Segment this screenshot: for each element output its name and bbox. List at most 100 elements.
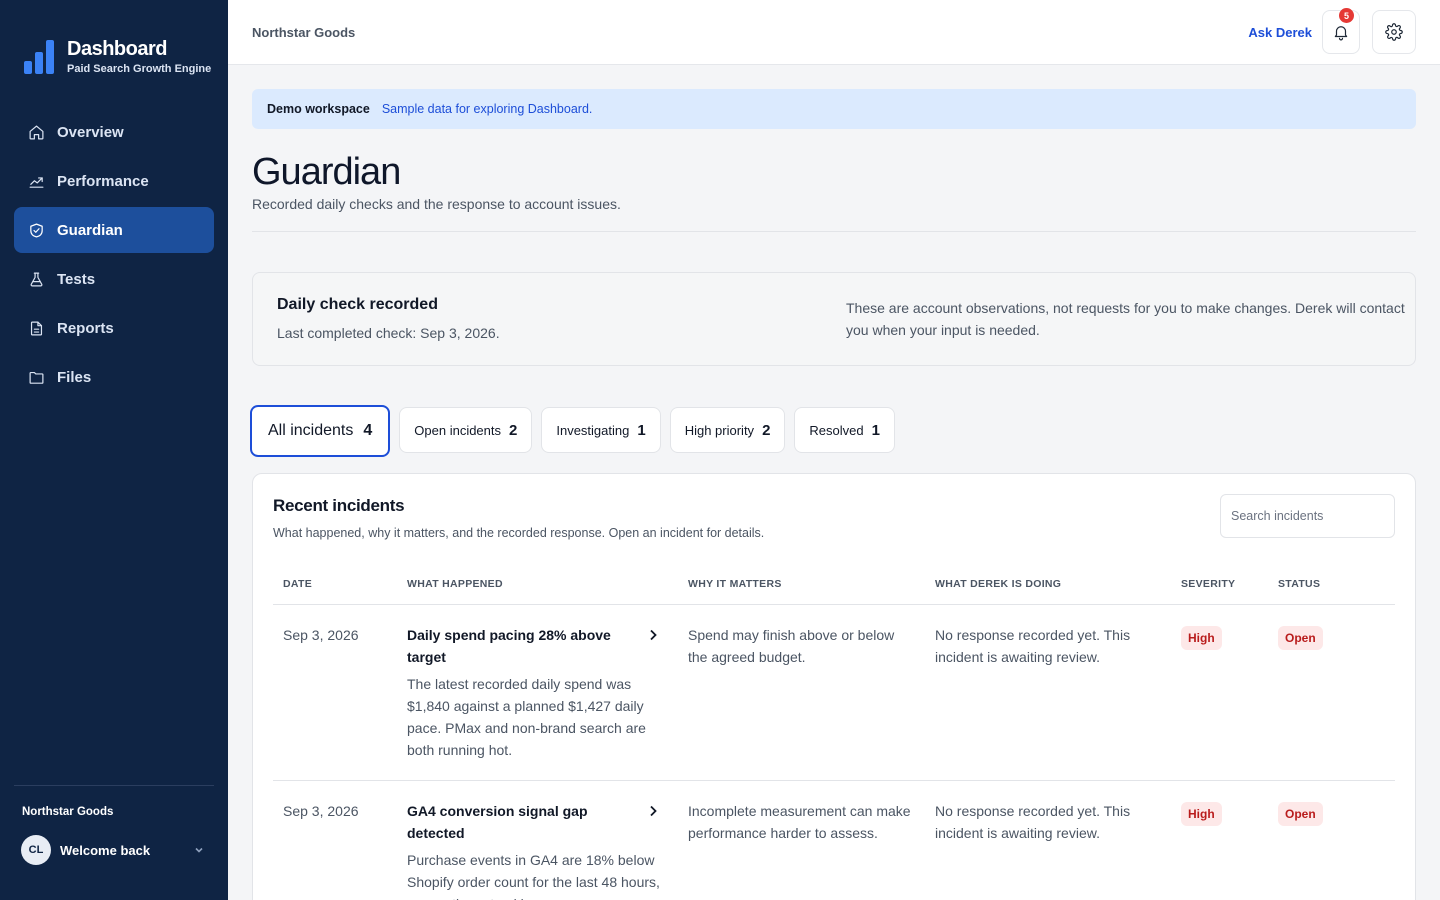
- tab-label: Open incidents: [414, 422, 502, 438]
- incident-description: Purchase events in GA4 are 18% below Sho…: [407, 851, 660, 900]
- footer-org-name: Northstar Goods: [22, 806, 114, 818]
- sidebar-item-guardian[interactable]: Guardian: [14, 207, 214, 253]
- incident-filter-tabs: All incidents 4 Open incidents 2 Investi…: [250, 405, 1416, 457]
- brand-subtitle: Paid Search Growth Engine: [67, 63, 212, 75]
- incident-why: Spend may finish above or below the agre…: [678, 604, 925, 781]
- tab-resolved[interactable]: Resolved 1: [794, 407, 895, 453]
- table-row[interactable]: Sep 3, 2026 Daily spend pacing 28% above…: [273, 604, 1395, 781]
- shield-icon: [30, 223, 43, 237]
- severity-badge: High: [1181, 801, 1222, 826]
- incident-derek-action: No response recorded yet. This incident …: [925, 604, 1171, 781]
- incident-derek-action: No response recorded yet. This incident …: [925, 780, 1171, 900]
- tab-count: 2: [762, 421, 771, 439]
- flask-icon: [30, 272, 43, 286]
- tab-all-incidents[interactable]: All incidents 4: [250, 405, 391, 457]
- severity-badge: High: [1181, 625, 1222, 650]
- status-badge: Open: [1278, 801, 1323, 826]
- sidebar-item-reports[interactable]: Reports: [14, 305, 214, 351]
- table-row[interactable]: Sep 3, 2026 GA4 conversion signal gap de…: [273, 780, 1395, 900]
- tab-label: Resolved: [809, 422, 864, 438]
- brand[interactable]: Dashboard Paid Search Growth Engine: [24, 38, 211, 75]
- incident-title: Daily spend pacing 28% above target: [407, 626, 611, 665]
- page-subtitle: Recorded daily checks and the response t…: [252, 196, 621, 212]
- last-check-text: Last completed check: Sep 3, 2026.: [277, 325, 500, 341]
- incident-date: Sep 3, 2026: [273, 780, 397, 900]
- incident-title: GA4 conversion signal gap detected: [407, 802, 588, 841]
- sidebar-item-label: Reports: [57, 319, 114, 337]
- chevron-right-icon: [650, 629, 657, 640]
- incident-open-link[interactable]: GA4 conversion signal gap detected: [407, 800, 668, 844]
- incident-description: The latest recorded daily spend was $1,8…: [407, 675, 646, 758]
- daily-check-title: Daily check recorded: [277, 296, 438, 313]
- column-header-derek-action[interactable]: WHAT DEREK IS DOING: [925, 564, 1171, 605]
- incident-open-link[interactable]: Daily spend pacing 28% above target: [407, 624, 668, 668]
- home-icon: [29, 125, 44, 139]
- main-content: Demo workspace Sample data for exploring…: [250, 89, 1416, 900]
- sidebar-item-label: Tests: [57, 270, 96, 288]
- incident-date: Sep 3, 2026: [273, 604, 397, 781]
- demo-banner-text: Sample data for exploring Dashboard.: [381, 102, 593, 116]
- incidents-subtitle: What happened, why it matters, and the r…: [273, 526, 765, 540]
- avatar: CL: [21, 835, 51, 865]
- bell-icon: [1334, 26, 1348, 41]
- demo-banner-title: Demo workspace: [267, 102, 370, 116]
- severity-cell: High: [1171, 604, 1268, 781]
- chevron-down-icon: [195, 847, 203, 853]
- column-header-why-it-matters[interactable]: WHY IT MATTERS: [678, 564, 925, 605]
- settings-button[interactable]: [1372, 10, 1416, 54]
- user-greeting: Welcome back: [60, 842, 151, 858]
- column-header-what-happened[interactable]: WHAT HAPPENED: [397, 564, 678, 605]
- tab-count: 1: [871, 421, 880, 439]
- gear-icon: [1385, 23, 1403, 41]
- sidebar-item-label: Guardian: [57, 221, 123, 239]
- tab-label: All incidents: [268, 422, 354, 439]
- column-header-severity[interactable]: SEVERITY: [1171, 564, 1268, 605]
- column-header-date[interactable]: DATE: [273, 564, 397, 605]
- column-header-status[interactable]: STATUS: [1268, 564, 1395, 605]
- tab-label: High priority: [684, 422, 755, 438]
- trend-icon: [29, 176, 44, 188]
- document-icon: [30, 321, 43, 335]
- incidents-table: DATE WHAT HAPPENED WHY IT MATTERS WHAT D…: [273, 564, 1395, 900]
- chevron-right-icon: [650, 805, 657, 816]
- divider: [252, 231, 1416, 232]
- user-menu[interactable]: CL Welcome back: [21, 835, 214, 865]
- daily-check-card: Daily check recorded Last completed chec…: [252, 272, 1416, 366]
- tab-count: 4: [363, 422, 373, 439]
- sidebar-item-label: Performance: [57, 172, 149, 190]
- topbar: Northstar Goods Ask Derek 5: [228, 0, 1440, 65]
- workspace-name: Northstar Goods: [252, 25, 356, 40]
- ask-derek-link[interactable]: Ask Derek: [1248, 25, 1312, 40]
- page-title: Guardian: [252, 151, 401, 193]
- search-input[interactable]: [1220, 494, 1395, 538]
- tab-investigating[interactable]: Investigating 1: [541, 407, 661, 453]
- sidebar-nav: Overview Performance Guardian Tests Repo…: [14, 109, 214, 403]
- sidebar-item-label: Overview: [57, 123, 124, 141]
- sidebar-item-label: Files: [57, 368, 92, 386]
- notifications-button[interactable]: 5: [1322, 8, 1360, 54]
- incident-what-cell: Daily spend pacing 28% above target The …: [397, 604, 678, 781]
- demo-banner: Demo workspace Sample data for exploring…: [252, 89, 1416, 129]
- recent-incidents-card: Recent incidents What happened, why it m…: [252, 473, 1416, 900]
- tab-label: Investigating: [556, 422, 630, 438]
- tab-open-incidents[interactable]: Open incidents 2: [399, 407, 533, 453]
- incidents-title: Recent incidents: [273, 496, 405, 515]
- brand-title: Dashboard: [67, 38, 167, 60]
- table-header-row: DATE WHAT HAPPENED WHY IT MATTERS WHAT D…: [273, 564, 1395, 605]
- notification-badge: 5: [1339, 8, 1354, 23]
- status-cell: Open: [1268, 780, 1395, 900]
- daily-check-note: These are account observations, not requ…: [846, 300, 1405, 338]
- sidebar-footer: Northstar Goods CL Welcome back: [14, 785, 214, 865]
- sidebar: Dashboard Paid Search Growth Engine Over…: [0, 0, 228, 900]
- sidebar-item-overview[interactable]: Overview: [14, 109, 214, 155]
- incident-what-cell: GA4 conversion signal gap detected Purch…: [397, 780, 678, 900]
- severity-cell: High: [1171, 780, 1268, 900]
- incident-why: Incomplete measurement can make performa…: [678, 780, 925, 900]
- sidebar-item-performance[interactable]: Performance: [14, 158, 214, 204]
- tab-high-priority[interactable]: High priority 2: [669, 407, 786, 453]
- status-cell: Open: [1268, 604, 1395, 781]
- tab-count: 2: [509, 421, 518, 439]
- sidebar-item-tests[interactable]: Tests: [14, 256, 214, 302]
- sidebar-item-files[interactable]: Files: [14, 354, 214, 400]
- folder-icon: [29, 371, 44, 384]
